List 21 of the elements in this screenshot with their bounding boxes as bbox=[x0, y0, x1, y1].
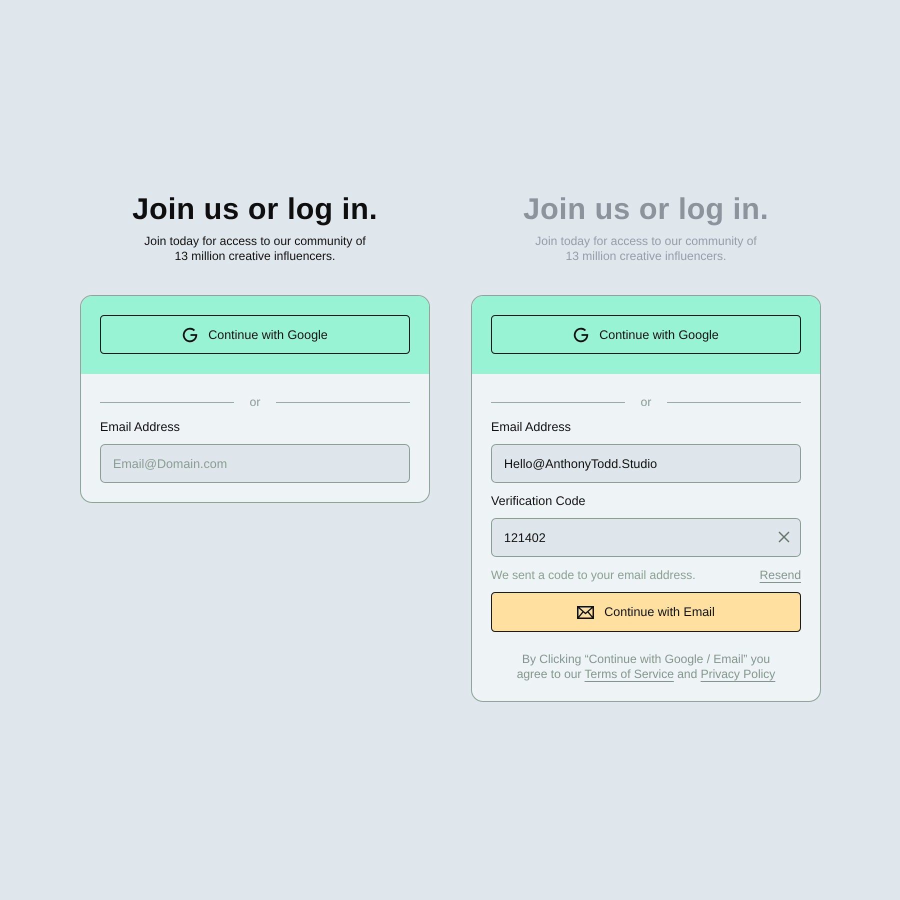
divider-label: or bbox=[250, 394, 260, 410]
heading-title: Join us or log in. bbox=[132, 192, 378, 228]
envelope-icon bbox=[577, 606, 594, 618]
google-button[interactable]: Continue with Google bbox=[491, 315, 801, 354]
divider-label: or bbox=[640, 394, 652, 410]
hint-text: We sent a code to your email address. bbox=[491, 567, 696, 583]
close-icon[interactable] bbox=[778, 531, 790, 543]
email-button[interactable]: Continue with Email bbox=[491, 592, 801, 632]
legal-text: By Clicking “Continue with Google / Email” you agree to our Terms of Service and Privacy Policy bbox=[516, 652, 776, 682]
google-button[interactable]: Continue with Google bbox=[100, 315, 410, 354]
input-field[interactable]: Hello@AnthonyTodd.Studio bbox=[491, 444, 801, 483]
heading-subtitle: Join today for access to our community of 13 million creative influencers. bbox=[535, 234, 757, 264]
input-field[interactable]: 121402 bbox=[491, 518, 801, 557]
field-label: Verification Code bbox=[491, 493, 587, 509]
input-field[interactable]: Email@Domain.com bbox=[100, 444, 410, 483]
field-label: Email Address bbox=[100, 419, 181, 435]
g-logo-icon bbox=[182, 326, 198, 342]
heading-subtitle: Join today for access to our community of 13 million creative influencers. bbox=[144, 234, 366, 264]
heading-title: Join us or log in. bbox=[523, 192, 769, 228]
g-logo-icon bbox=[573, 326, 590, 342]
field-label: Email Address bbox=[491, 419, 572, 435]
